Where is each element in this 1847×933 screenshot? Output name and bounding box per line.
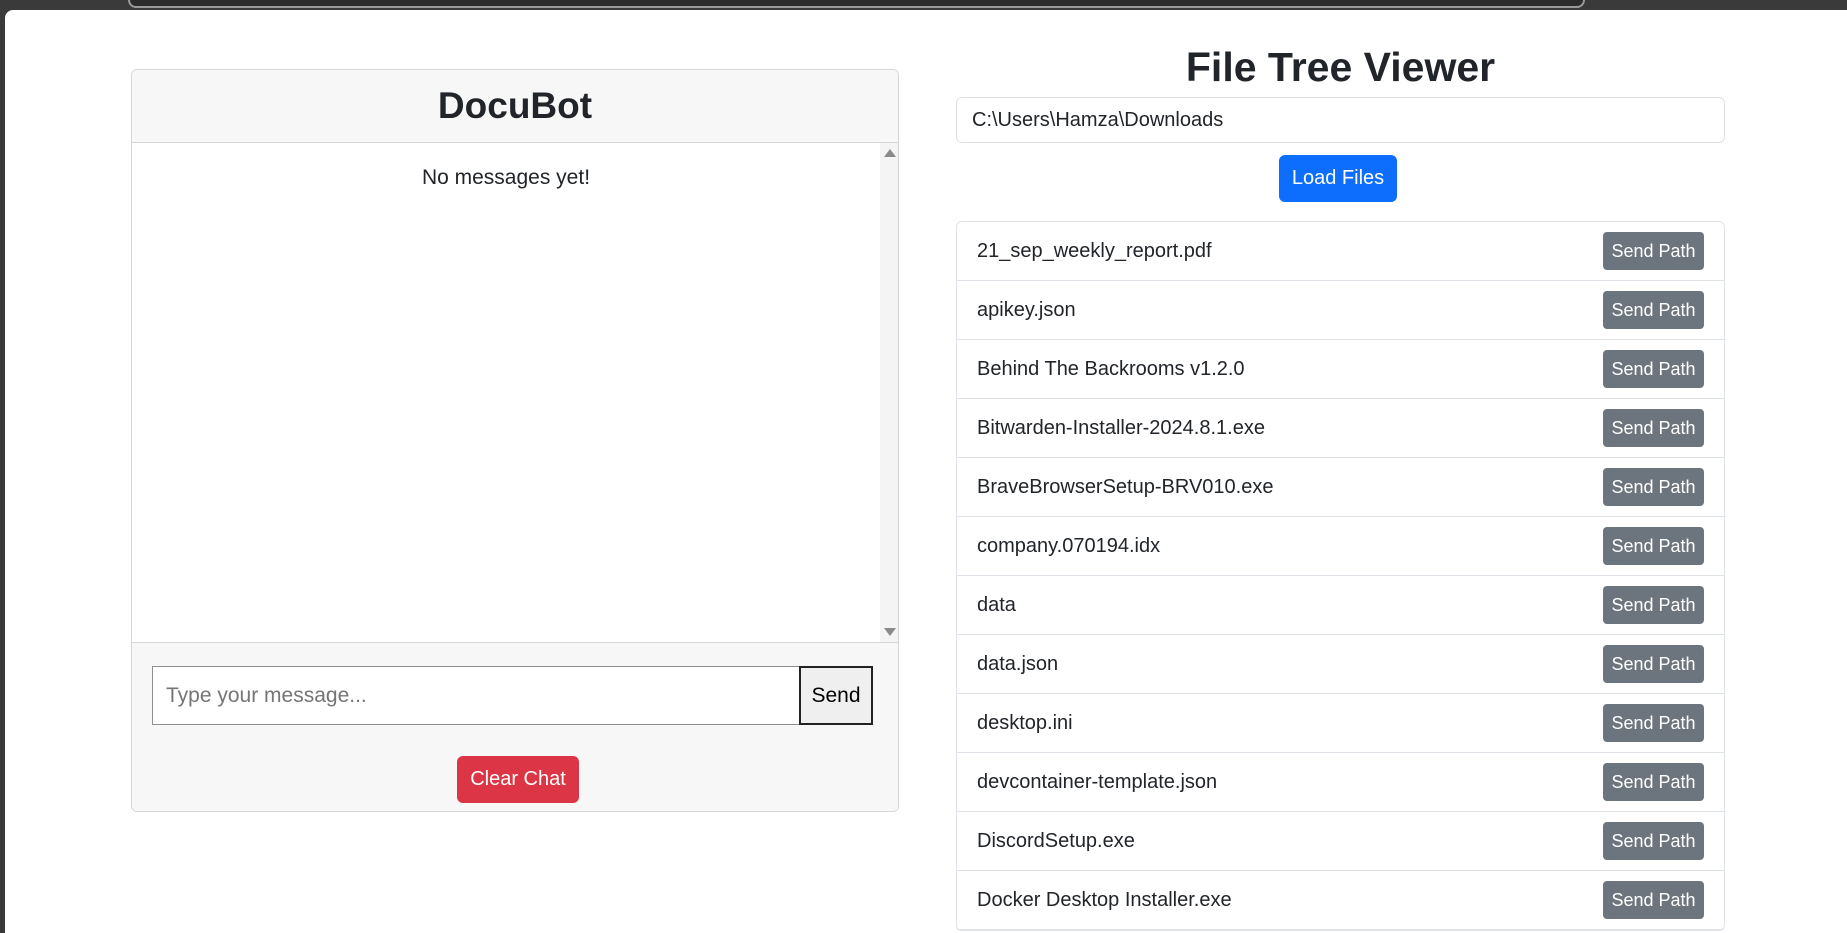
file-list-item: data Send Path <box>957 576 1724 635</box>
file-list-item: apikey.json Send Path <box>957 281 1724 340</box>
file-list-item: Behind The Backrooms v1.2.0 Send Path <box>957 340 1724 399</box>
file-list: 21_sep_weekly_report.pdf Send Path apike… <box>956 221 1725 931</box>
chat-scrollbar[interactable] <box>880 143 898 642</box>
send-path-button[interactable]: Send Path <box>1603 881 1704 919</box>
browser-address-bar <box>128 0 1585 8</box>
message-input[interactable] <box>152 666 799 725</box>
message-input-group: Send <box>152 666 873 725</box>
empty-messages-text: No messages yet! <box>421 166 591 189</box>
send-path-button[interactable]: Send Path <box>1603 468 1704 506</box>
load-files-button[interactable]: Load Files <box>1279 155 1397 202</box>
chat-messages[interactable]: No messages yet! <box>132 143 898 643</box>
scroll-up-arrow-icon[interactable] <box>884 149 896 157</box>
send-path-button[interactable]: Send Path <box>1603 291 1704 329</box>
file-name: BraveBrowserSetup-BRV010.exe <box>977 475 1274 498</box>
file-list-item: DiscordSetup.exe Send Path <box>957 812 1724 871</box>
file-list-item: company.070194.idx Send Path <box>957 517 1724 576</box>
file-tree-title: File Tree Viewer <box>1185 44 1496 90</box>
send-path-button[interactable]: Send Path <box>1603 586 1704 624</box>
send-path-button[interactable]: Send Path <box>1603 232 1704 270</box>
send-path-button[interactable]: Send Path <box>1603 704 1704 742</box>
file-list-item: BraveBrowserSetup-BRV010.exe Send Path <box>957 458 1724 517</box>
chat-title: DocuBot <box>437 85 593 126</box>
send-path-button[interactable]: Send Path <box>1603 645 1704 683</box>
send-path-button[interactable]: Send Path <box>1603 822 1704 860</box>
file-name: 21_sep_weekly_report.pdf <box>977 239 1212 262</box>
send-button[interactable]: Send <box>799 666 873 725</box>
chat-footer: Send Clear Chat <box>132 643 898 811</box>
file-list-item: devcontainer-template.json Send Path <box>957 753 1724 812</box>
file-name: apikey.json <box>977 298 1076 321</box>
send-path-button[interactable]: Send Path <box>1603 409 1704 447</box>
scroll-down-arrow-icon[interactable] <box>884 628 896 636</box>
send-path-button[interactable]: Send Path <box>1603 763 1704 801</box>
chat-header: DocuBot <box>132 70 898 143</box>
file-name: devcontainer-template.json <box>977 770 1218 793</box>
file-name: data.json <box>977 652 1059 675</box>
file-name: company.070194.idx <box>977 534 1161 557</box>
chat-panel: DocuBot No messages yet! Send Clear Chat <box>131 69 899 812</box>
directory-path-input[interactable] <box>956 97 1725 143</box>
send-path-button[interactable]: Send Path <box>1603 350 1704 388</box>
file-name: Behind The Backrooms v1.2.0 <box>977 357 1245 380</box>
file-list-item: data.json Send Path <box>957 635 1724 694</box>
file-list-item: Docker Desktop Installer.exe Send Path <box>957 871 1724 930</box>
page: DocuBot No messages yet! Send Clear Chat… <box>5 10 1847 933</box>
clear-chat-button[interactable]: Clear Chat <box>457 756 579 803</box>
file-name: desktop.ini <box>977 711 1073 734</box>
file-name: Bitwarden-Installer-2024.8.1.exe <box>977 416 1265 439</box>
send-path-button[interactable]: Send Path <box>1603 527 1704 565</box>
file-name: Docker Desktop Installer.exe <box>977 888 1232 911</box>
file-name: DiscordSetup.exe <box>977 829 1135 852</box>
file-name: data <box>977 593 1016 616</box>
file-list-item: desktop.ini Send Path <box>957 694 1724 753</box>
file-list-item: Bitwarden-Installer-2024.8.1.exe Send Pa… <box>957 399 1724 458</box>
file-list-item: 21_sep_weekly_report.pdf Send Path <box>957 222 1724 281</box>
